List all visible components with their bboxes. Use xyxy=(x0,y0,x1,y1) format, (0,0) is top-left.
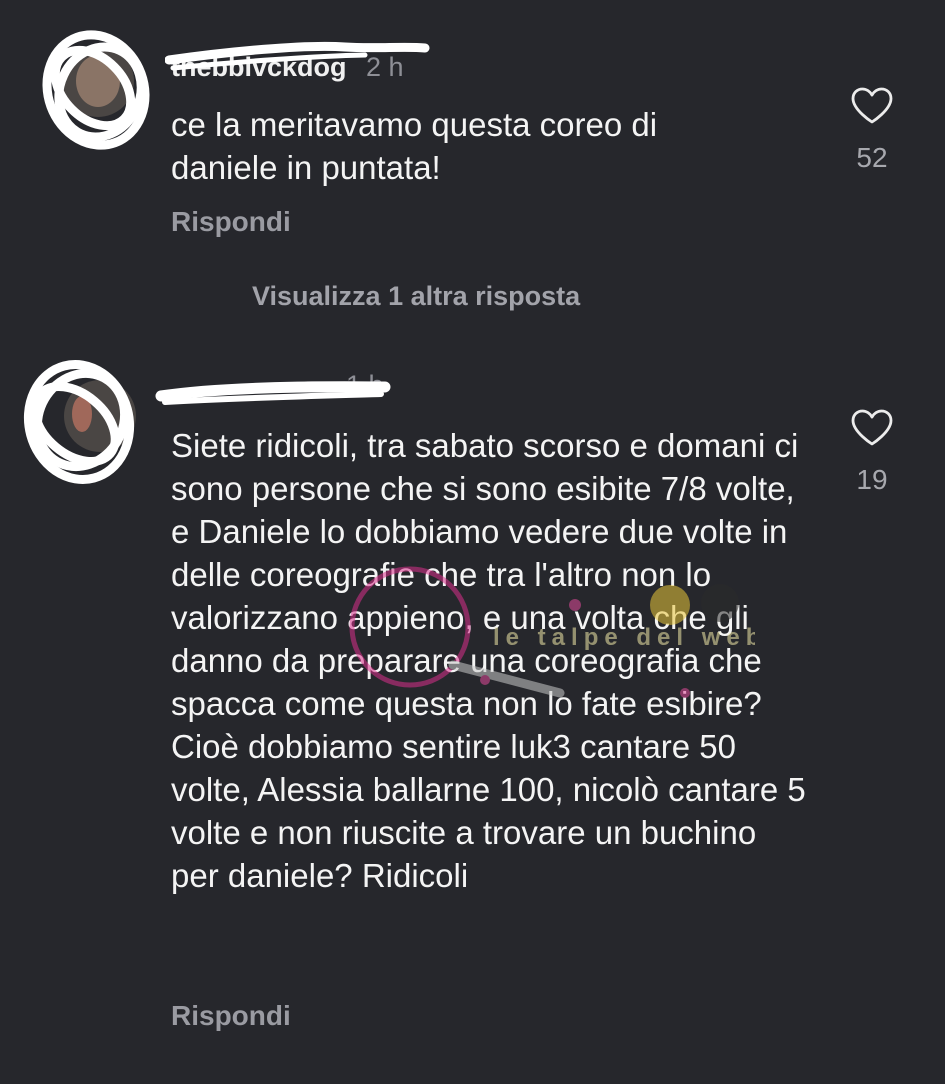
watermark-logo: le talpe del web xyxy=(349,566,755,698)
avatar-scribble xyxy=(42,30,150,150)
view-more-replies-button[interactable]: Visualizza 1 altra risposta xyxy=(252,281,580,312)
comment-1: thebbivckdog 2 h ce la meritavamo questa… xyxy=(0,0,945,260)
reply-button[interactable]: Rispondi xyxy=(171,206,291,238)
like-button[interactable]: 19 xyxy=(846,408,898,496)
avatar-scribble xyxy=(23,360,135,484)
reply-button[interactable]: Rispondi xyxy=(171,1000,291,1032)
username-redaction xyxy=(165,41,430,71)
username-redaction xyxy=(155,381,391,405)
like-count: 52 xyxy=(856,142,888,173)
comment-text: ce la meritavamo questa coreo di daniele… xyxy=(171,106,658,186)
heart-outline-icon[interactable] xyxy=(850,86,894,126)
like-count: 19 xyxy=(856,464,888,495)
watermark-text: le talpe del web xyxy=(493,624,755,651)
like-button[interactable]: 52 xyxy=(846,86,898,174)
heart-outline-icon[interactable] xyxy=(850,408,894,448)
